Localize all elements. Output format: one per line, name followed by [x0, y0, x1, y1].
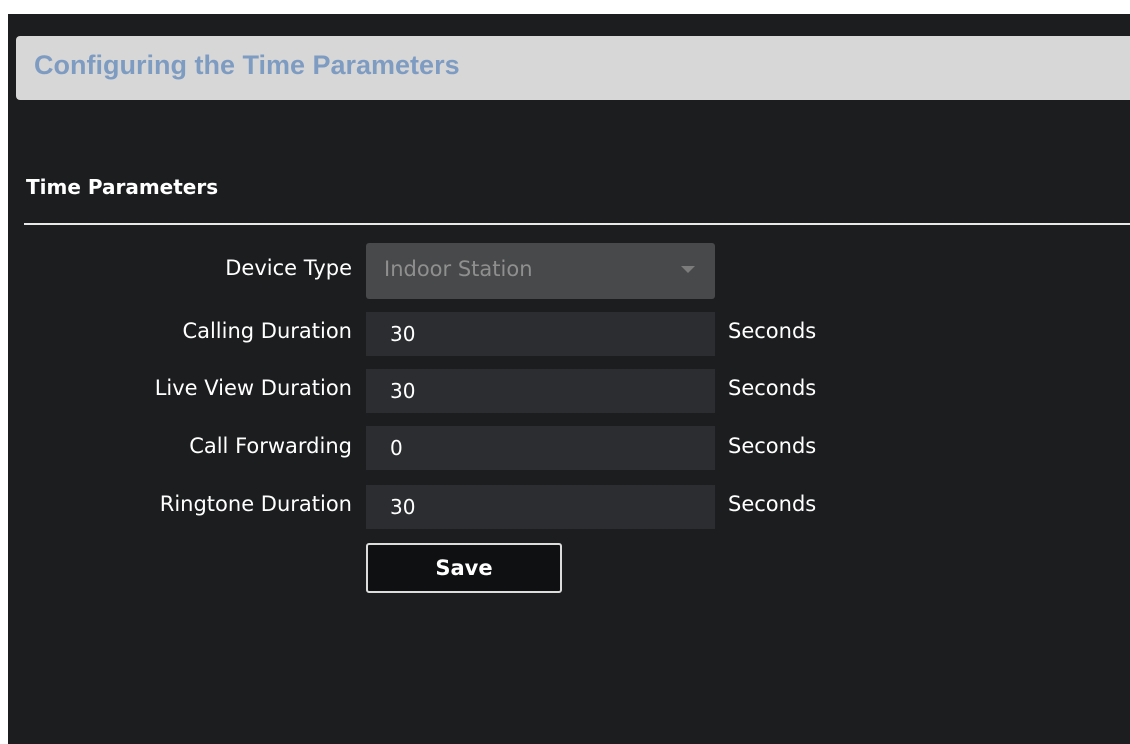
page-title-bar: Configuring the Time Parameters — [16, 36, 1130, 100]
call-forwarding-label: Call Forwarding — [189, 434, 352, 458]
live-view-duration-input[interactable] — [366, 369, 715, 413]
device-type-select[interactable]: Indoor Station — [366, 243, 715, 299]
save-button[interactable]: Save — [366, 543, 562, 593]
live-view-duration-unit: Seconds — [728, 376, 817, 400]
ringtone-duration-unit: Seconds — [728, 492, 817, 516]
calling-duration-label: Calling Duration — [182, 319, 352, 343]
device-type-selected-value: Indoor Station — [384, 257, 533, 281]
live-view-duration-label: Live View Duration — [154, 376, 352, 400]
section-divider — [24, 223, 1130, 225]
call-forwarding-unit: Seconds — [728, 434, 817, 458]
chevron-down-icon — [681, 266, 695, 273]
call-forwarding-input[interactable] — [366, 426, 715, 470]
page-title: Configuring the Time Parameters — [34, 50, 460, 80]
device-type-label: Device Type — [225, 256, 352, 280]
calling-duration-unit: Seconds — [728, 319, 817, 343]
calling-duration-input[interactable] — [366, 312, 715, 356]
ringtone-duration-input[interactable] — [366, 485, 715, 529]
settings-panel: Configuring the Time Parameters Time Par… — [8, 14, 1130, 744]
ringtone-duration-label: Ringtone Duration — [159, 492, 352, 516]
section-title: Time Parameters — [26, 175, 219, 199]
